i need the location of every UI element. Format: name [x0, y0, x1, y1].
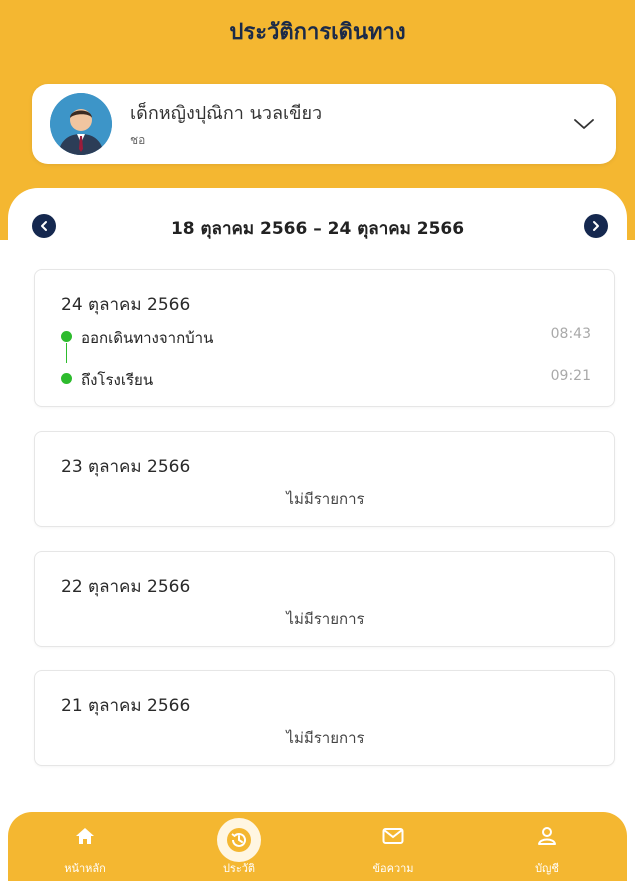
no-items-label: ไม่มีรายการ [286, 490, 365, 508]
history-icon [217, 818, 261, 862]
event-label: ถึงโรงเรียน [81, 371, 154, 389]
event-label: ออกเดินทางจากบ้าน [81, 329, 214, 347]
profile-selector[interactable]: เด็กหญิงปุณิกา นวลเขียว ชอ [32, 84, 616, 164]
account-icon [535, 824, 559, 848]
day-date: 21 ตุลาคม 2566 [61, 696, 191, 716]
page-title: ประวัติการเดินทาง [229, 20, 406, 45]
tab-history[interactable]: ประวัติ [162, 812, 316, 881]
tab-label: ประวัติ [222, 862, 256, 875]
no-items-label: ไม่มีรายการ [286, 610, 365, 628]
day-card[interactable]: 24 ตุลาคม 2566 ออกเดินทางจากบ้าน 08:43 ถ… [34, 269, 615, 407]
next-week-button[interactable] [584, 214, 608, 238]
profile-subtitle: ชอ [130, 133, 146, 147]
history-panel: 18 ตุลาคม 2566 – 24 ตุลาคม 2566 24 ตุลาค… [8, 188, 627, 810]
event-row: ถึงโรงเรียน 09:21 [61, 368, 591, 389]
mail-icon [381, 824, 405, 848]
home-icon [73, 824, 97, 848]
day-card[interactable]: 21 ตุลาคม 2566 ไม่มีรายการ [34, 670, 615, 766]
chevron-down-icon[interactable] [572, 112, 596, 136]
chevron-right-icon [593, 221, 599, 231]
day-date: 24 ตุลาคม 2566 [61, 295, 191, 315]
no-items-label: ไม่มีรายการ [286, 729, 365, 747]
status-dot-icon [61, 331, 72, 342]
event-time: 08:43 [550, 326, 591, 342]
tab-messages[interactable]: ข้อความ [316, 812, 470, 881]
tab-account[interactable]: บัญชี [470, 812, 624, 881]
event-row: ออกเดินทางจากบ้าน 08:43 [61, 326, 591, 347]
week-range-label: 18 ตุลาคม 2566 – 24 ตุลาคม 2566 [170, 219, 465, 239]
day-date: 23 ตุลาคม 2566 [61, 457, 191, 477]
bottom-tab-bar: หน้าหลัก ประวัติ ข้อความ บัญชี [8, 812, 627, 881]
tab-home[interactable]: หน้าหลัก [8, 812, 162, 881]
day-card[interactable]: 22 ตุลาคม 2566 ไม่มีรายการ [34, 551, 615, 647]
status-dot-icon [61, 373, 72, 384]
tab-label: หน้าหลัก [64, 862, 106, 875]
profile-name: เด็กหญิงปุณิกา นวลเขียว [130, 103, 323, 124]
timeline-connector [66, 343, 67, 363]
day-card[interactable]: 23 ตุลาคม 2566 ไม่มีรายการ [34, 431, 615, 527]
tab-label: ข้อความ [372, 862, 414, 875]
tab-label: บัญชี [535, 862, 559, 875]
day-date: 22 ตุลาคม 2566 [61, 577, 191, 597]
week-navigator: 18 ตุลาคม 2566 – 24 ตุลาคม 2566 [8, 212, 627, 240]
event-time: 09:21 [550, 368, 591, 384]
avatar [50, 93, 112, 155]
